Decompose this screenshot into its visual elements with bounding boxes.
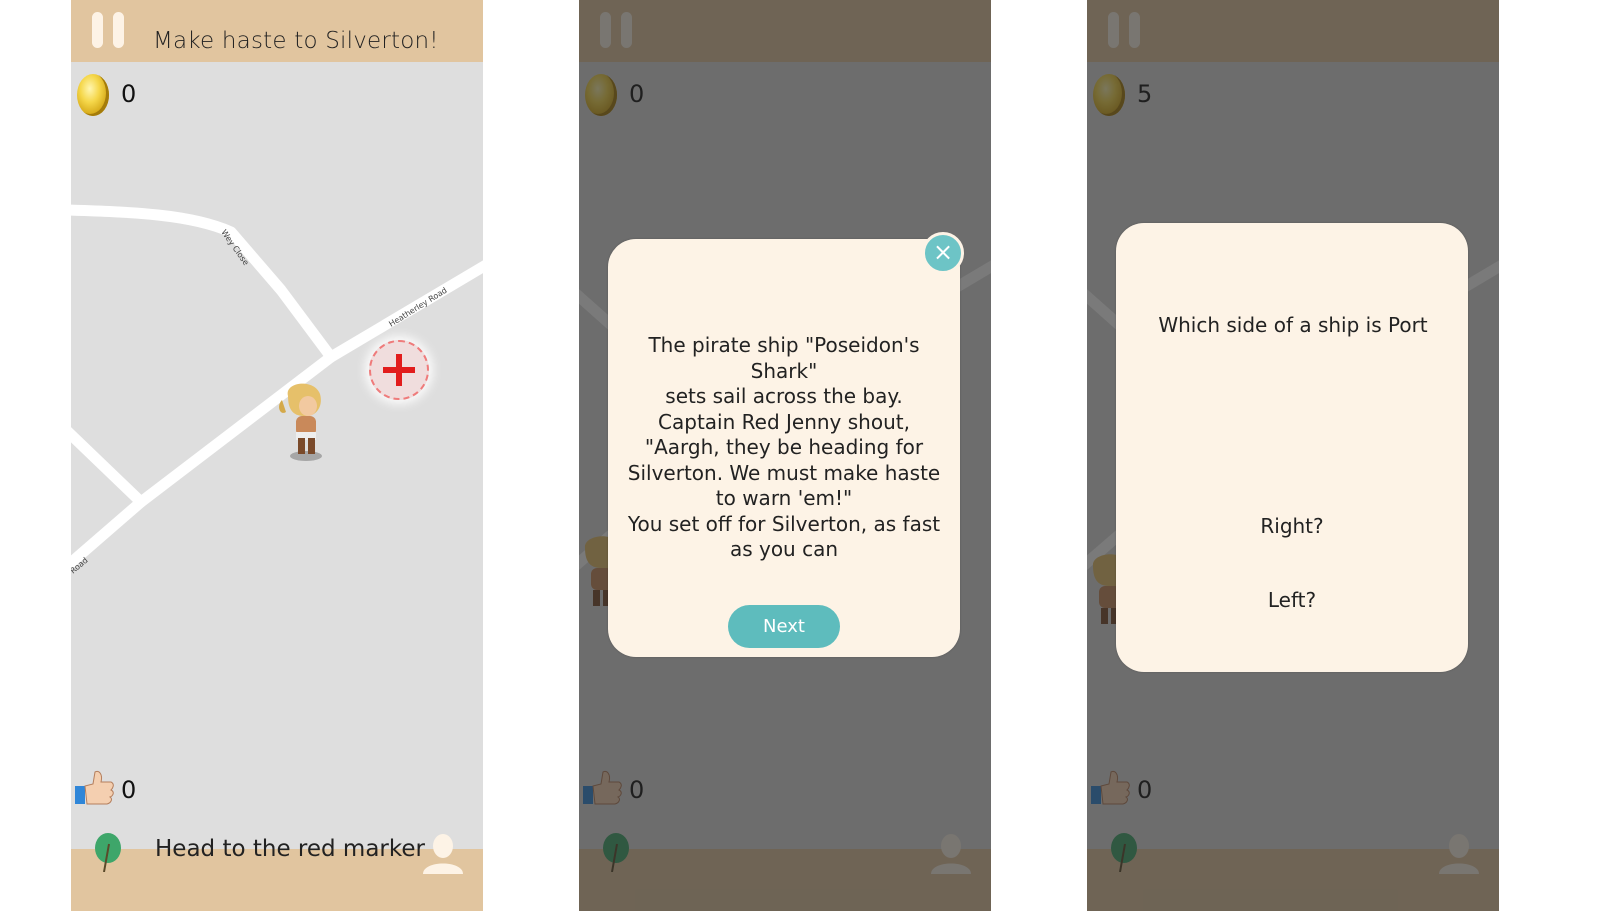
screen-story-dialog: 0 0 The pirate ship "Poseidon's Shark" s…	[579, 0, 991, 911]
story-text: The pirate ship "Poseidon's Shark" sets …	[627, 333, 941, 561]
screen-quiz-dialog: 5 0 Which side of a ship is Port Right? …	[1087, 0, 1499, 911]
quiz-answer-left[interactable]: Left?	[1207, 588, 1377, 612]
next-button[interactable]: Next	[728, 605, 840, 648]
like-count: 0	[121, 776, 137, 804]
coin-count: 0	[121, 80, 137, 108]
pause-icon	[92, 12, 103, 48]
thumbs-up-icon	[75, 771, 114, 805]
top-bar: Make haste to Silverton!	[71, 0, 483, 62]
quiz-answer-right[interactable]: Right?	[1207, 514, 1377, 538]
close-icon: ×	[932, 238, 954, 266]
leaf-icon[interactable]	[93, 832, 123, 872]
objective-hint: Head to the red marker	[155, 836, 425, 862]
story-dialog: The pirate ship "Poseidon's Shark" sets …	[608, 239, 960, 657]
street-label: Heatherley Road	[387, 286, 448, 329]
mission-title: Make haste to Silverton!	[153, 28, 439, 54]
road-side	[71, 427, 147, 508]
profile-icon[interactable]	[423, 832, 463, 874]
road-wey-close	[71, 204, 337, 363]
pause-button[interactable]	[92, 12, 126, 48]
red-marker-icon[interactable]	[369, 340, 429, 400]
coin-icon	[77, 74, 109, 116]
player-character-icon	[279, 383, 322, 461]
screen-map: Wey Close Heatherley Road Road Make hast…	[71, 0, 483, 911]
quiz-question: Which side of a ship is Port	[1158, 313, 1428, 337]
close-dialog-button[interactable]: ×	[922, 232, 964, 274]
pause-icon-bar	[113, 12, 124, 48]
